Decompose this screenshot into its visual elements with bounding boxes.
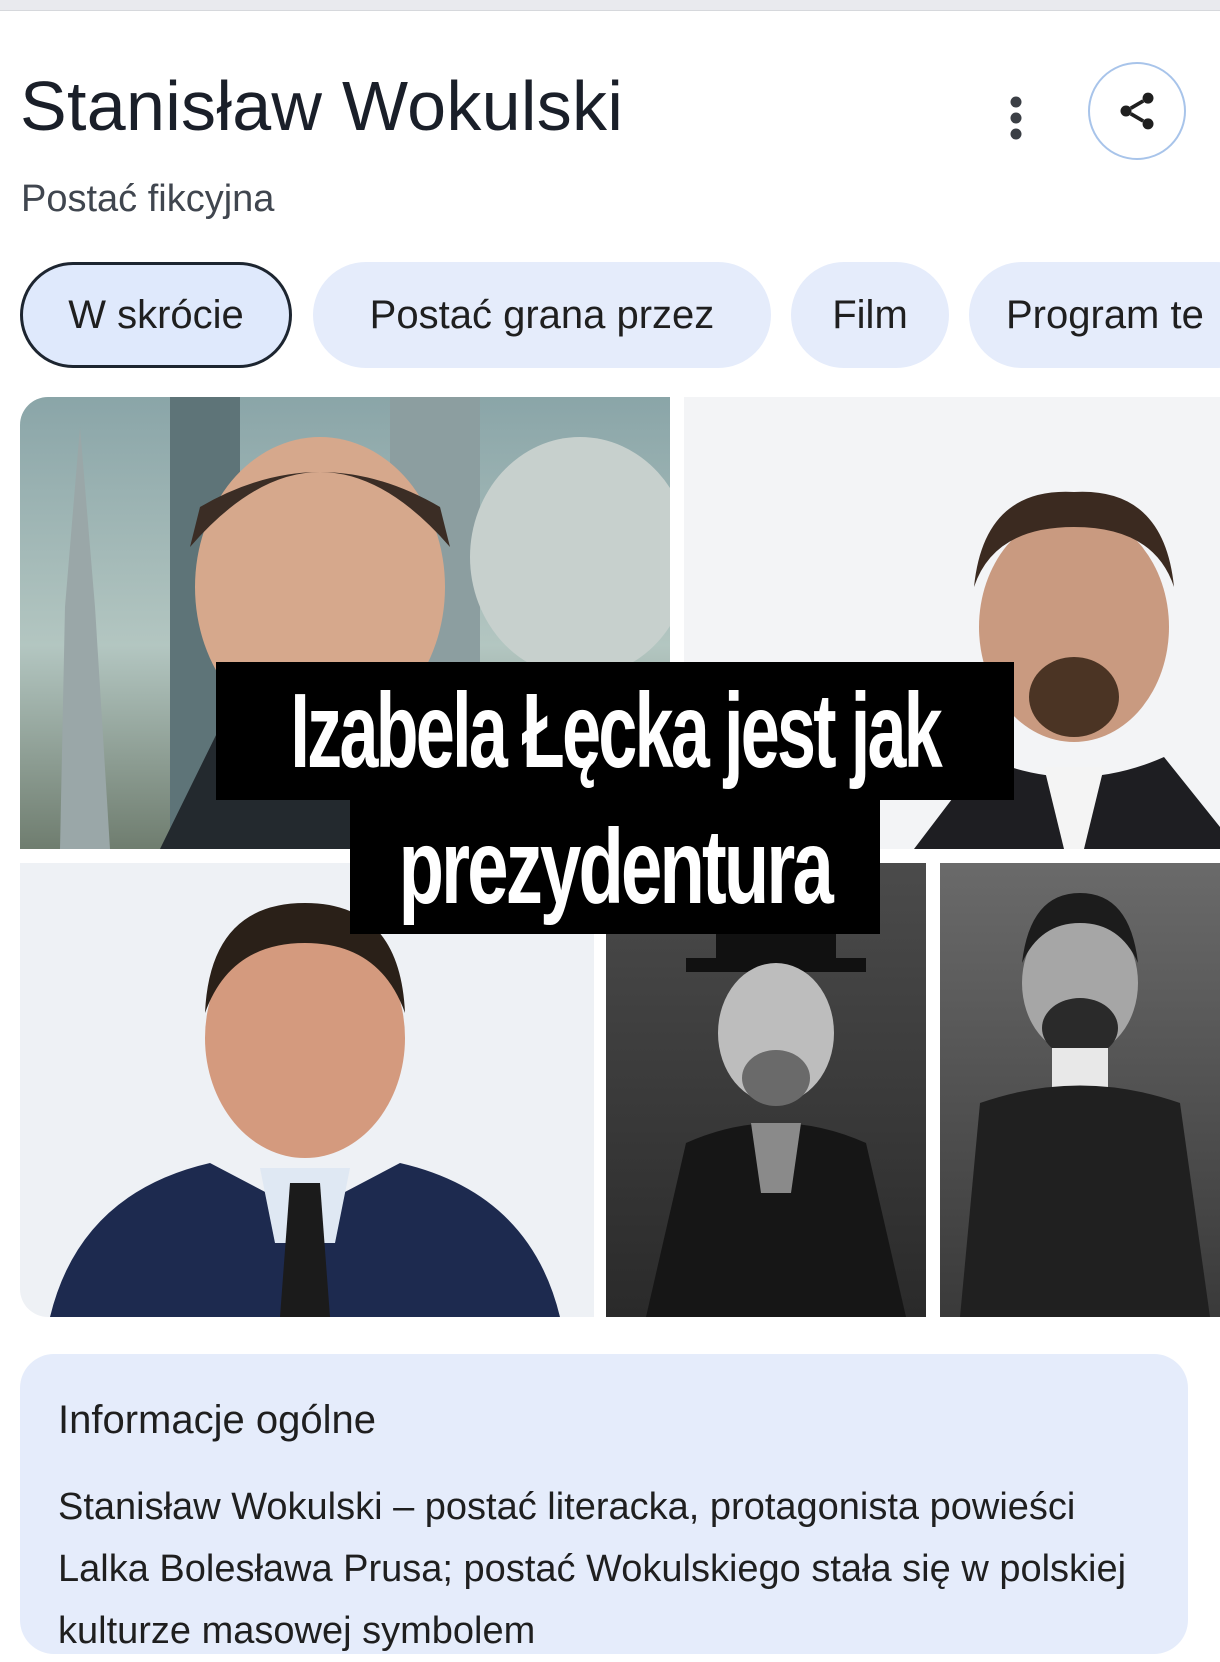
- image-bearded-actor[interactable]: [940, 863, 1220, 1317]
- chip-program-tv[interactable]: Program te: [969, 262, 1220, 368]
- share-button[interactable]: [1088, 62, 1186, 160]
- filter-chips: W skrócie Postać grana przez Film Progra…: [20, 262, 1220, 372]
- general-info-card: Informacje ogólne Stanisław Wokulski – p…: [20, 1354, 1188, 1654]
- share-icon: [1120, 92, 1154, 130]
- page-title: Stanisław Wokulski: [20, 67, 624, 145]
- chip-w-skrocie[interactable]: W skrócie: [20, 262, 292, 368]
- chip-postac-grana-przez[interactable]: Postać grana przez: [313, 262, 771, 368]
- meme-caption-line-1: Izabela Łęcka jest jak: [216, 662, 1014, 800]
- info-card-description: Stanisław Wokulski – postać literacka, p…: [58, 1486, 1127, 1652]
- chip-film[interactable]: Film: [791, 262, 949, 368]
- info-card-title: Informacje ogólne: [58, 1398, 376, 1442]
- top-divider: [0, 0, 1220, 11]
- more-options-button[interactable]: [995, 90, 1037, 146]
- entity-type: Postać fikcyjna: [21, 178, 275, 220]
- meme-caption-line-2: prezydentura: [350, 800, 880, 934]
- more-vertical-icon: [1010, 96, 1022, 140]
- bearded-actor-graphic: [960, 893, 1210, 1317]
